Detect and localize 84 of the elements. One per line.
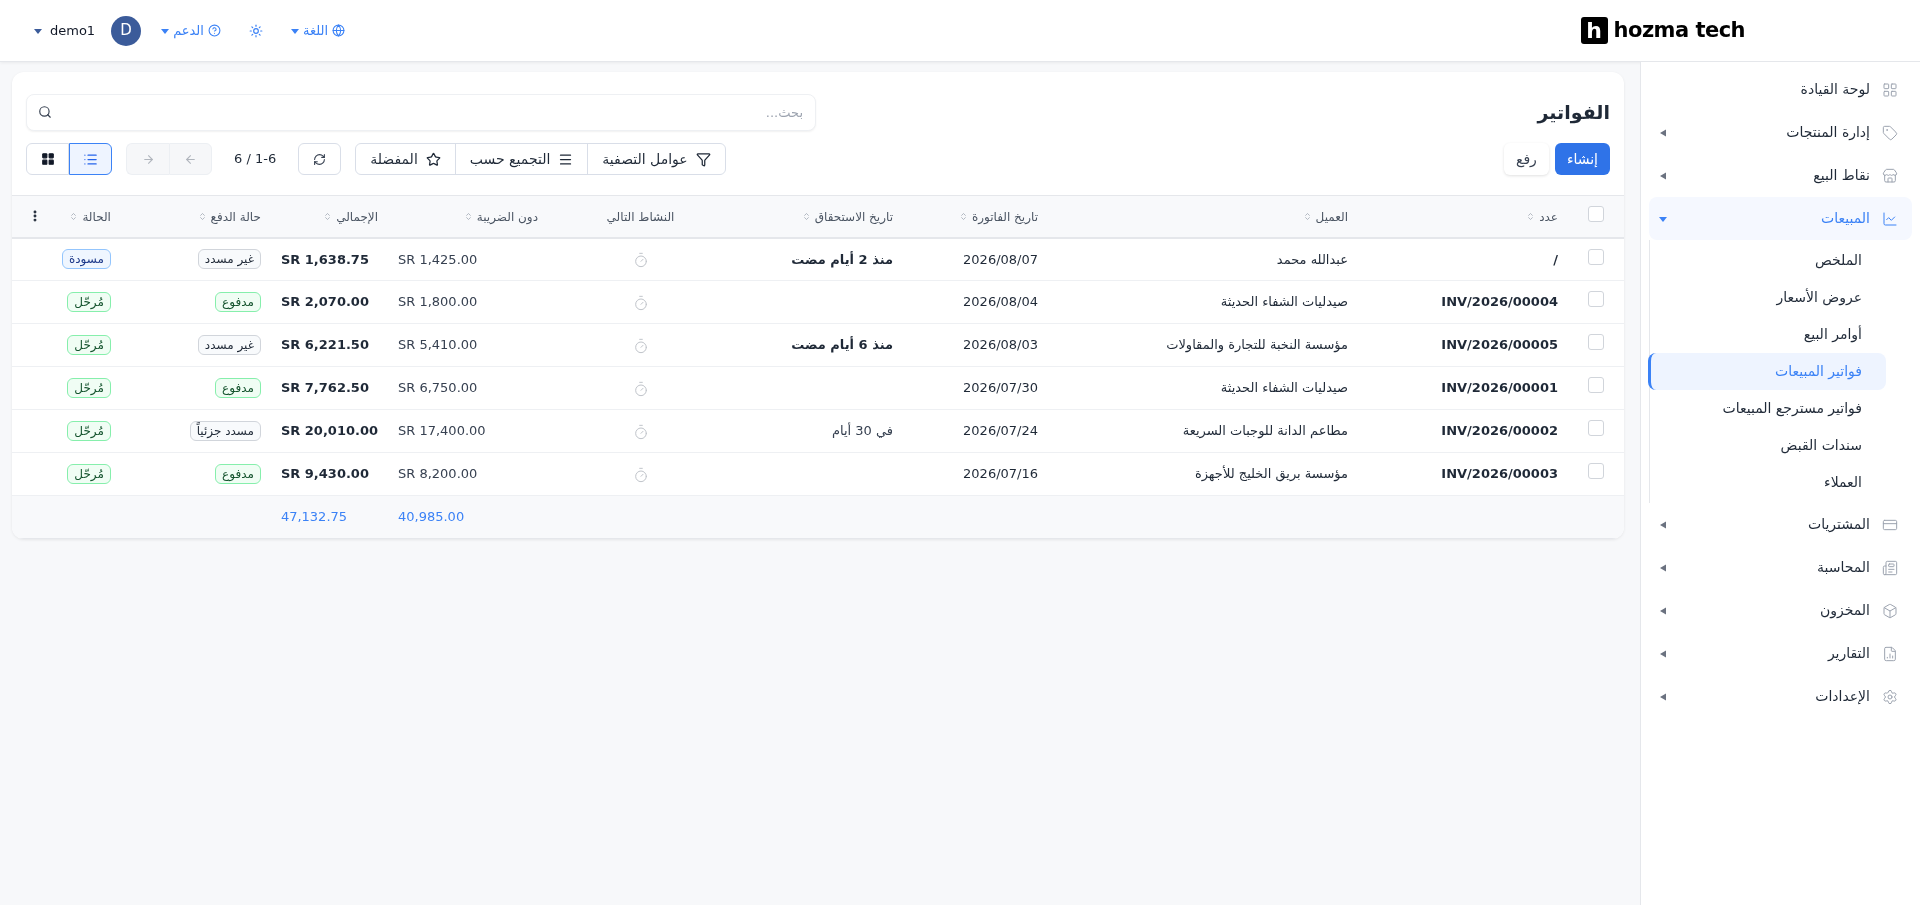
status-badge: مسدد جزئياً <box>189 421 261 441</box>
untaxed-amount: SR 1,800.00 <box>398 294 478 310</box>
submenu-item[interactable]: فواتير مسترجع المبيعات <box>1648 390 1886 427</box>
status-badge: غير مسدد <box>197 249 261 270</box>
submenu-item[interactable]: الملخص <box>1648 242 1886 279</box>
column-header[interactable]: عدد <box>1526 207 1558 226</box>
sidebar-item[interactable]: المبيعات <box>1649 197 1912 240</box>
invoice-date: 2026/08/04 <box>963 294 1038 310</box>
total-amount: SR 2,070.00 <box>280 294 369 310</box>
customer-name: عبدالله محمد <box>1276 251 1348 267</box>
total-amount: SR 6,221.50 <box>280 337 369 353</box>
column-header[interactable]: تاريخ الفاتورة <box>958 207 1038 226</box>
invoice-number[interactable]: INV/2026/00002 <box>1441 423 1558 439</box>
invoice-date: 2026/07/24 <box>963 423 1038 439</box>
total-amount: SR 20,010.00 <box>280 423 378 439</box>
page-title: الفواتير <box>1537 100 1610 126</box>
invoice-number[interactable]: / <box>1553 251 1558 267</box>
submenu-item[interactable]: العملاء <box>1648 464 1886 501</box>
status-badge: مدفوع <box>215 378 261 398</box>
submenu-item[interactable]: أوامر البيع <box>1648 316 1886 353</box>
column-header[interactable]: حالة الدفع <box>197 207 261 226</box>
status-badge: مُرحّل <box>67 292 111 312</box>
submenu-item[interactable]: سندات القبض <box>1648 427 1886 464</box>
column-header[interactable]: دون الضريبة <box>463 207 538 226</box>
search-field[interactable]: بحث... <box>26 94 816 131</box>
status-badge: مسودة <box>61 249 111 270</box>
sidebar-item[interactable]: نقاط البيع <box>1649 154 1912 197</box>
column-header[interactable]: العميل <box>1302 207 1348 226</box>
column-header[interactable]: تاريخ الاستحقاق <box>801 207 893 226</box>
status-badge: غير مسدد <box>197 335 261 355</box>
column-header[interactable]: الإجمالي <box>323 207 378 226</box>
invoice-date: 2026/07/16 <box>963 466 1038 482</box>
upload-button[interactable]: رفع <box>1503 143 1549 175</box>
total-sum: 47,132.75 <box>280 509 348 525</box>
status-badge: مُرحّل <box>67 378 111 398</box>
untaxed-amount: SR 5,410.00 <box>398 337 478 353</box>
invoice-date: 2026/07/30 <box>963 380 1038 396</box>
invoice-number[interactable]: INV/2026/00003 <box>1441 466 1558 482</box>
user-menu[interactable]: demo1 <box>26 20 104 41</box>
sidebar-item[interactable]: الإعدادات <box>1649 675 1912 718</box>
invoice-date: 2026/08/07 <box>963 251 1038 267</box>
customer-name: مطاعم الدانة للوجبات السريعة <box>1182 423 1348 439</box>
support-menu[interactable]: الدعم <box>153 20 229 41</box>
sidebar-item[interactable]: المشتريات <box>1649 503 1912 546</box>
pager-text: 6 / 1-6 <box>233 150 278 169</box>
sidebar-item[interactable]: لوحة القيادة <box>1649 68 1912 111</box>
filter-toolbar-button[interactable]: التجميع حسب <box>455 144 589 174</box>
create-button[interactable]: إنشاء <box>1554 143 1610 175</box>
sidebar-item[interactable]: المحاسبة <box>1649 546 1912 589</box>
status-badge: مدفوع <box>215 292 261 312</box>
status-badge: مُرحّل <box>67 421 111 441</box>
status-badge: مدفوع <box>215 464 261 484</box>
total-amount: SR 9,430.00 <box>280 466 369 482</box>
language-menu[interactable]: اللغة <box>282 20 354 41</box>
submenu-item[interactable]: عروض الأسعار <box>1648 279 1886 316</box>
invoice-number[interactable]: INV/2026/00005 <box>1441 337 1558 353</box>
invoice-number[interactable]: INV/2026/00001 <box>1441 380 1558 396</box>
column-header[interactable]: الحالة <box>69 207 111 226</box>
status-badge: مُرحّل <box>67 335 111 355</box>
sidebar-item[interactable]: التقارير <box>1649 632 1912 675</box>
filter-toolbar-button[interactable]: المفضلة <box>356 144 456 174</box>
status-badge: مُرحّل <box>67 464 111 484</box>
untaxed-amount: SR 1,425.00 <box>398 251 478 267</box>
untaxed-amount: SR 8,200.00 <box>398 466 478 482</box>
due-date: في 30 أيام <box>831 423 893 439</box>
logo[interactable]: h hozma tech <box>1580 14 1745 47</box>
due-date: منذ 6 أيام مضت <box>791 337 893 353</box>
invoice-number[interactable]: INV/2026/00004 <box>1441 294 1558 310</box>
untaxed-sum: 40,985.00 <box>398 509 465 525</box>
invoice-date: 2026/08/03 <box>963 337 1038 353</box>
total-amount: SR 7,762.50 <box>280 380 369 396</box>
customer-name: صيدليات الشفاء الحديثة <box>1220 380 1348 396</box>
avatar[interactable]: D <box>111 15 142 46</box>
due-date: منذ 2 أيام مضت <box>791 251 893 267</box>
total-amount: SR 1,638.75 <box>280 251 369 267</box>
customer-name: صيدليات الشفاء الحديثة <box>1220 294 1348 310</box>
sidebar-item[interactable]: إدارة المنتجات <box>1649 111 1912 154</box>
customer-name: مؤسسة بريق الخليج للأجهزة <box>1194 466 1348 482</box>
untaxed-amount: SR 6,750.00 <box>398 380 478 396</box>
column-header[interactable]: النشاط التالي <box>558 207 723 226</box>
untaxed-amount: SR 17,400.00 <box>398 423 486 439</box>
filter-toolbar-button[interactable]: عوامل التصفية <box>588 144 725 174</box>
customer-name: مؤسسة النخبة للتجارة والمقاولات <box>1166 337 1348 353</box>
sidebar-item[interactable]: المخزون <box>1649 589 1912 632</box>
